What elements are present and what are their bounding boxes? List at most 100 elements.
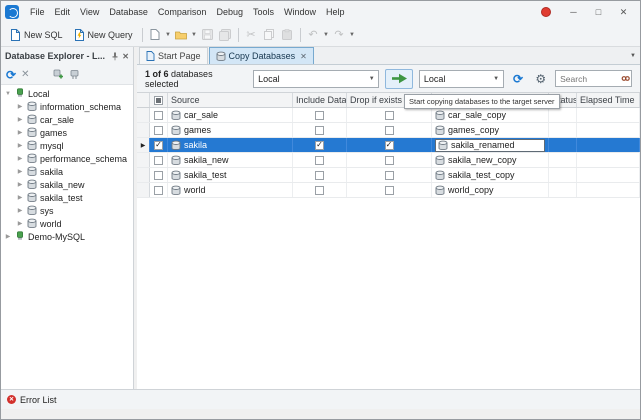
menu-file[interactable]: File [25,5,50,19]
tree-item-sakila_new[interactable]: ▶ sakila_new [1,178,133,191]
column-header-elapsed-time[interactable]: Elapsed Time [577,93,640,107]
column-header-source[interactable]: Source [168,93,293,107]
row-checkbox[interactable] [154,155,163,165]
drop-if-exists-checkbox[interactable] [384,185,394,195]
tree-item-sakila_test[interactable]: ▶ sakila_test [1,191,133,204]
menu-tools[interactable]: Tools [248,5,279,19]
tree-item-mysql[interactable]: ▶ mysql [1,139,133,152]
search-icon[interactable] [621,74,630,85]
cut-icon[interactable]: ✂ [243,26,260,43]
new-connection-icon[interactable] [53,69,64,80]
drop-if-exists-checkbox[interactable] [384,125,394,135]
alert-icon[interactable] [541,7,551,17]
chevron-right-icon[interactable]: ▶ [16,155,24,162]
paste-icon[interactable] [279,26,296,43]
new-sql-button[interactable]: New SQL [5,27,68,43]
chevron-right-icon[interactable]: ▶ [16,220,24,227]
maximize-button[interactable]: □ [586,3,611,21]
target-cell[interactable]: world_copy [432,183,549,197]
chevron-right-icon[interactable]: ▶ [4,233,12,240]
new-file-dropdown-icon[interactable]: ▼ [165,32,172,38]
new-query-button[interactable]: New Query [69,27,138,43]
new-file-icon[interactable] [147,26,164,43]
row-checkbox[interactable]: ✓ [154,140,163,150]
table-row-sakila_test[interactable]: sakila_test sakila_test_copy [137,168,640,183]
table-row-sakila_new[interactable]: sakila_new sakila_new_copy [137,153,640,168]
close-tab-icon[interactable]: ✕ [300,52,307,61]
menu-window[interactable]: Window [279,5,321,19]
include-data-checkbox[interactable] [315,155,324,165]
include-data-checkbox[interactable] [315,170,324,180]
copy-icon[interactable] [261,26,278,43]
tree-item-information_schema[interactable]: ▶ information_schema [1,100,133,113]
disconnect-icon[interactable]: ✕ [21,69,29,80]
drop-if-exists-checkbox[interactable] [384,170,394,180]
redo-icon[interactable]: ↷ [331,26,348,43]
table-row-games[interactable]: games games_copy [137,123,640,138]
menu-comparison[interactable]: Comparison [153,5,212,19]
target-cell[interactable]: sakila_new_copy [432,153,549,167]
target-cell[interactable]: sakila_renamed [432,138,549,152]
table-row-car_sale[interactable]: car_sale car_sale_copy [137,108,640,123]
save-icon[interactable] [199,26,216,43]
tree-item-demo-mysql[interactable]: ▶ Demo-MySQL [1,230,133,243]
refresh-icon[interactable]: ⟳ [6,69,16,81]
include-data-checkbox[interactable]: ✓ [315,140,324,150]
row-checkbox[interactable] [154,110,163,120]
chevron-right-icon[interactable]: ▶ [16,129,24,136]
tree-item-local[interactable]: ▼ Local [1,87,133,100]
column-header-row-indicator[interactable] [137,93,150,107]
tab-start-page[interactable]: Start Page [139,47,208,64]
close-button[interactable]: ✕ [611,3,636,21]
refresh-icon[interactable]: ⟳ [510,70,527,87]
include-data-checkbox[interactable] [315,185,324,195]
drop-if-exists-checkbox[interactable] [384,155,394,165]
chevron-right-icon[interactable]: ▶ [16,103,24,110]
row-checkbox[interactable] [154,170,163,180]
target-cell[interactable]: games_copy [432,123,549,137]
undo-dropdown-icon[interactable]: ▼ [323,32,330,38]
source-server-combobox[interactable]: Local ▼ [253,69,380,88]
target-name-editor[interactable]: sakila_renamed [435,138,545,152]
include-data-checkbox[interactable] [315,125,324,135]
chevron-right-icon[interactable]: ▶ [16,168,24,175]
table-row-sakila[interactable]: ▶ ✓ sakila ✓ ✓ sakila_renamed [137,138,640,153]
chevron-right-icon[interactable]: ▶ [16,142,24,149]
tree-item-games[interactable]: ▶ games [1,126,133,139]
target-cell[interactable]: sakila_test_copy [432,168,549,182]
connection-icon[interactable] [69,69,80,80]
start-copy-button[interactable] [385,68,413,89]
menu-view[interactable]: View [75,5,104,19]
tree-item-sakila[interactable]: ▶ sakila [1,165,133,178]
tab-list-dropdown-icon[interactable]: ▼ [626,53,640,59]
minimize-button[interactable]: ─ [561,3,586,21]
tree-item-sys[interactable]: ▶ sys [1,204,133,217]
menu-edit[interactable]: Edit [50,5,76,19]
tab-copy-databases[interactable]: Copy Databases ✕ [208,47,314,64]
error-list-bar[interactable]: ✕ Error List [1,389,640,409]
tree-item-car_sale[interactable]: ▶ car_sale [1,113,133,126]
gear-icon[interactable]: ⚙ [532,70,549,87]
pin-icon[interactable] [111,52,119,61]
chevron-down-icon[interactable]: ▼ [4,91,12,97]
drop-if-exists-checkbox[interactable]: ✓ [384,140,394,150]
chevron-right-icon[interactable]: ▶ [16,181,24,188]
chevron-right-icon[interactable]: ▶ [16,194,24,201]
column-header-select-all[interactable] [150,93,168,107]
menu-help[interactable]: Help [321,5,350,19]
row-checkbox[interactable] [154,185,163,195]
open-folder-icon[interactable] [173,26,190,43]
menu-database[interactable]: Database [104,5,153,19]
undo-icon[interactable]: ↶ [305,26,322,43]
tree-item-performance_schema[interactable]: ▶ performance_schema [1,152,133,165]
select-all-checkbox[interactable] [154,95,163,105]
include-data-checkbox[interactable] [315,110,324,120]
table-row-world[interactable]: world world_copy [137,183,640,198]
redo-dropdown-icon[interactable]: ▼ [349,32,356,38]
save-all-icon[interactable] [217,26,234,43]
column-header-include-data[interactable]: Include Data [293,93,347,107]
target-cell[interactable]: car_sale_copy [432,108,549,122]
drop-if-exists-checkbox[interactable] [384,110,394,120]
chevron-right-icon[interactable]: ▶ [16,207,24,214]
chevron-right-icon[interactable]: ▶ [16,116,24,123]
